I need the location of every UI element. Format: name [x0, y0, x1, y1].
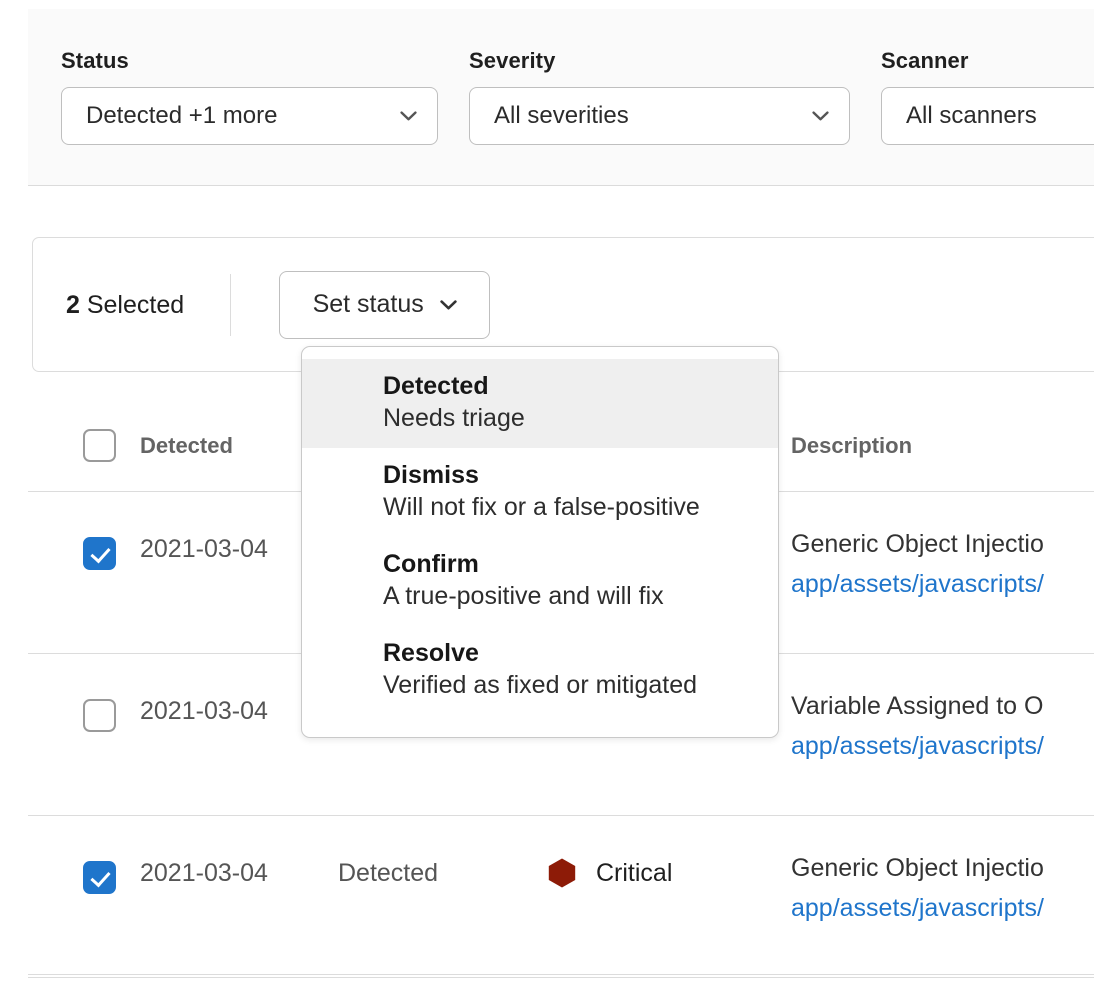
- findings-page: Status Detected +1 more Severity All sev…: [0, 0, 1094, 1004]
- selected-count: 2 Selected: [66, 290, 184, 320]
- description-title: Variable Assigned to O: [791, 686, 1094, 726]
- chevron-down-icon: [400, 111, 417, 121]
- description-file-link[interactable]: app/assets/javascripts/: [791, 726, 1094, 767]
- description-file-link[interactable]: app/assets/javascripts/: [791, 888, 1094, 929]
- description-title: Generic Object Injectio: [791, 524, 1094, 564]
- menu-item-description: A true-positive and will fix: [383, 580, 754, 612]
- filter-group-status: Status Detected +1 more: [61, 48, 438, 145]
- menu-item-detected[interactable]: Detected Needs triage: [302, 359, 778, 448]
- table-bottom-divider: [28, 974, 1094, 975]
- row-select-cell: [28, 654, 140, 732]
- severity-label: Critical: [596, 858, 672, 888]
- cell-description: Variable Assigned to O app/assets/javasc…: [791, 654, 1094, 767]
- cell-status: Detected: [338, 816, 548, 888]
- menu-item-title: Resolve: [383, 638, 754, 669]
- menu-item-title: Dismiss: [383, 460, 754, 491]
- filter-label-status: Status: [61, 48, 438, 74]
- select-all-cell: [28, 429, 140, 462]
- set-status-button-label: Set status: [313, 290, 424, 319]
- scanner-filter-select[interactable]: All scanners: [881, 87, 1094, 145]
- scanner-filter-value: All scanners: [906, 102, 1037, 130]
- menu-item-dismiss[interactable]: Dismiss Will not fix or a false-positive: [302, 448, 778, 537]
- cell-severity: Critical: [548, 816, 791, 888]
- description-file-link[interactable]: app/assets/javascripts/: [791, 564, 1094, 605]
- menu-item-description: Will not fix or a false-positive: [383, 491, 754, 523]
- cell-description: Generic Object Injectio app/assets/javas…: [791, 816, 1094, 929]
- menu-item-resolve[interactable]: Resolve Verified as fixed or mitigated: [302, 626, 778, 715]
- menu-item-title: Confirm: [383, 549, 754, 580]
- selected-count-label: Selected: [80, 291, 184, 319]
- set-status-dropdown-menu: Detected Needs triage Dismiss Will not f…: [301, 346, 779, 738]
- menu-item-confirm[interactable]: Confirm A true-positive and will fix: [302, 537, 778, 626]
- set-status-button[interactable]: Set status: [279, 271, 490, 339]
- table-row[interactable]: 2021-03-04 Detected Critical Generic Obj…: [28, 816, 1094, 978]
- status-filter-value: Detected +1 more: [86, 102, 277, 130]
- chevron-down-icon: [812, 111, 829, 121]
- menu-item-description: Needs triage: [383, 402, 754, 434]
- filter-group-severity: Severity All severities: [469, 48, 850, 145]
- filter-label-severity: Severity: [469, 48, 850, 74]
- row-select-cell: [28, 492, 140, 570]
- description-title: Generic Object Injectio: [791, 848, 1094, 888]
- column-header-description[interactable]: Description: [791, 433, 1094, 459]
- row-checkbox[interactable]: [83, 861, 116, 894]
- severity-filter-value: All severities: [494, 102, 629, 130]
- menu-item-title: Detected: [383, 371, 754, 402]
- menu-item-description: Verified as fixed or mitigated: [383, 669, 754, 701]
- filter-bar: Status Detected +1 more Severity All sev…: [28, 9, 1094, 186]
- filter-label-scanner: Scanner: [881, 48, 1094, 74]
- cell-detected: 2021-03-04: [140, 816, 338, 888]
- selected-count-number: 2: [66, 291, 80, 319]
- select-all-checkbox[interactable]: [83, 429, 116, 462]
- cell-description: Generic Object Injectio app/assets/javas…: [791, 492, 1094, 605]
- severity-critical-icon: [548, 858, 576, 888]
- toolbar-divider: [230, 274, 231, 336]
- row-select-cell: [28, 816, 140, 894]
- severity-filter-select[interactable]: All severities: [469, 87, 850, 145]
- status-filter-select[interactable]: Detected +1 more: [61, 87, 438, 145]
- row-checkbox[interactable]: [83, 537, 116, 570]
- chevron-down-icon: [440, 300, 457, 310]
- filter-group-scanner: Scanner All scanners: [881, 48, 1094, 145]
- row-checkbox[interactable]: [83, 699, 116, 732]
